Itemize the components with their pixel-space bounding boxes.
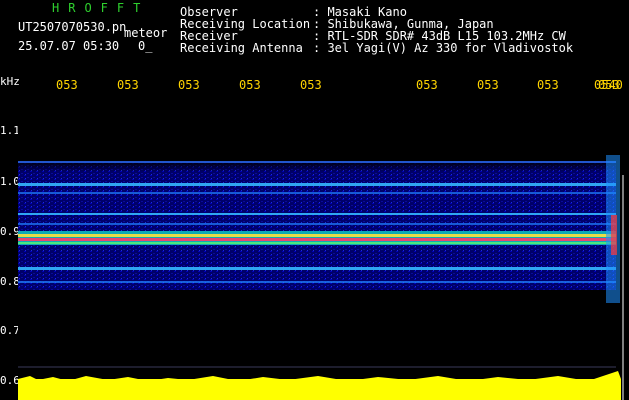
datetime-label: 25.07.07 05:30	[18, 39, 120, 53]
time-tick: 053	[537, 78, 559, 92]
time-tick: 053	[477, 78, 499, 92]
y-tick: 0.8	[0, 275, 20, 288]
time-tick: 053	[239, 78, 261, 92]
time-tick: 053	[416, 78, 438, 92]
main-carrier-red	[18, 238, 616, 241]
time-tick: 053	[117, 78, 139, 92]
time-tick-end: 0540	[594, 78, 623, 92]
main-carrier-green	[18, 242, 616, 244]
y-tick: 0.6	[0, 374, 20, 387]
signal-line	[18, 183, 616, 186]
antenna-value: : 3el Yagi(V) Az 330 for Vladivostok	[313, 41, 574, 55]
header-panel: HROFFT UT2507070530.pn meteor 25.07.07 0…	[0, 0, 629, 74]
signal-line	[18, 267, 616, 270]
y-tick: 1.0	[0, 175, 20, 188]
brand-label: HROFFT	[52, 1, 150, 15]
spectrogram	[18, 95, 629, 400]
short-label: 0_	[138, 39, 153, 53]
y-tick: 1.1	[0, 124, 20, 137]
signal-line	[18, 281, 616, 283]
antenna-label: Receiving Antenna	[180, 41, 303, 55]
time-tick: 053	[300, 78, 322, 92]
signal-line	[18, 192, 616, 194]
signal-line	[18, 223, 616, 225]
signal-line	[18, 161, 616, 163]
burst-core	[611, 215, 617, 255]
unit-label: kHz	[0, 75, 20, 88]
filename-label: UT2507070530.pn	[18, 20, 127, 34]
time-tick: 053	[178, 78, 200, 92]
y-tick: 0.9	[0, 225, 20, 238]
time-tick: 053	[56, 78, 78, 92]
y-tick: 0.7	[0, 324, 20, 337]
signal-line	[18, 213, 616, 215]
tag-label: meteor	[124, 26, 168, 40]
main-carrier-yellow	[18, 234, 616, 237]
